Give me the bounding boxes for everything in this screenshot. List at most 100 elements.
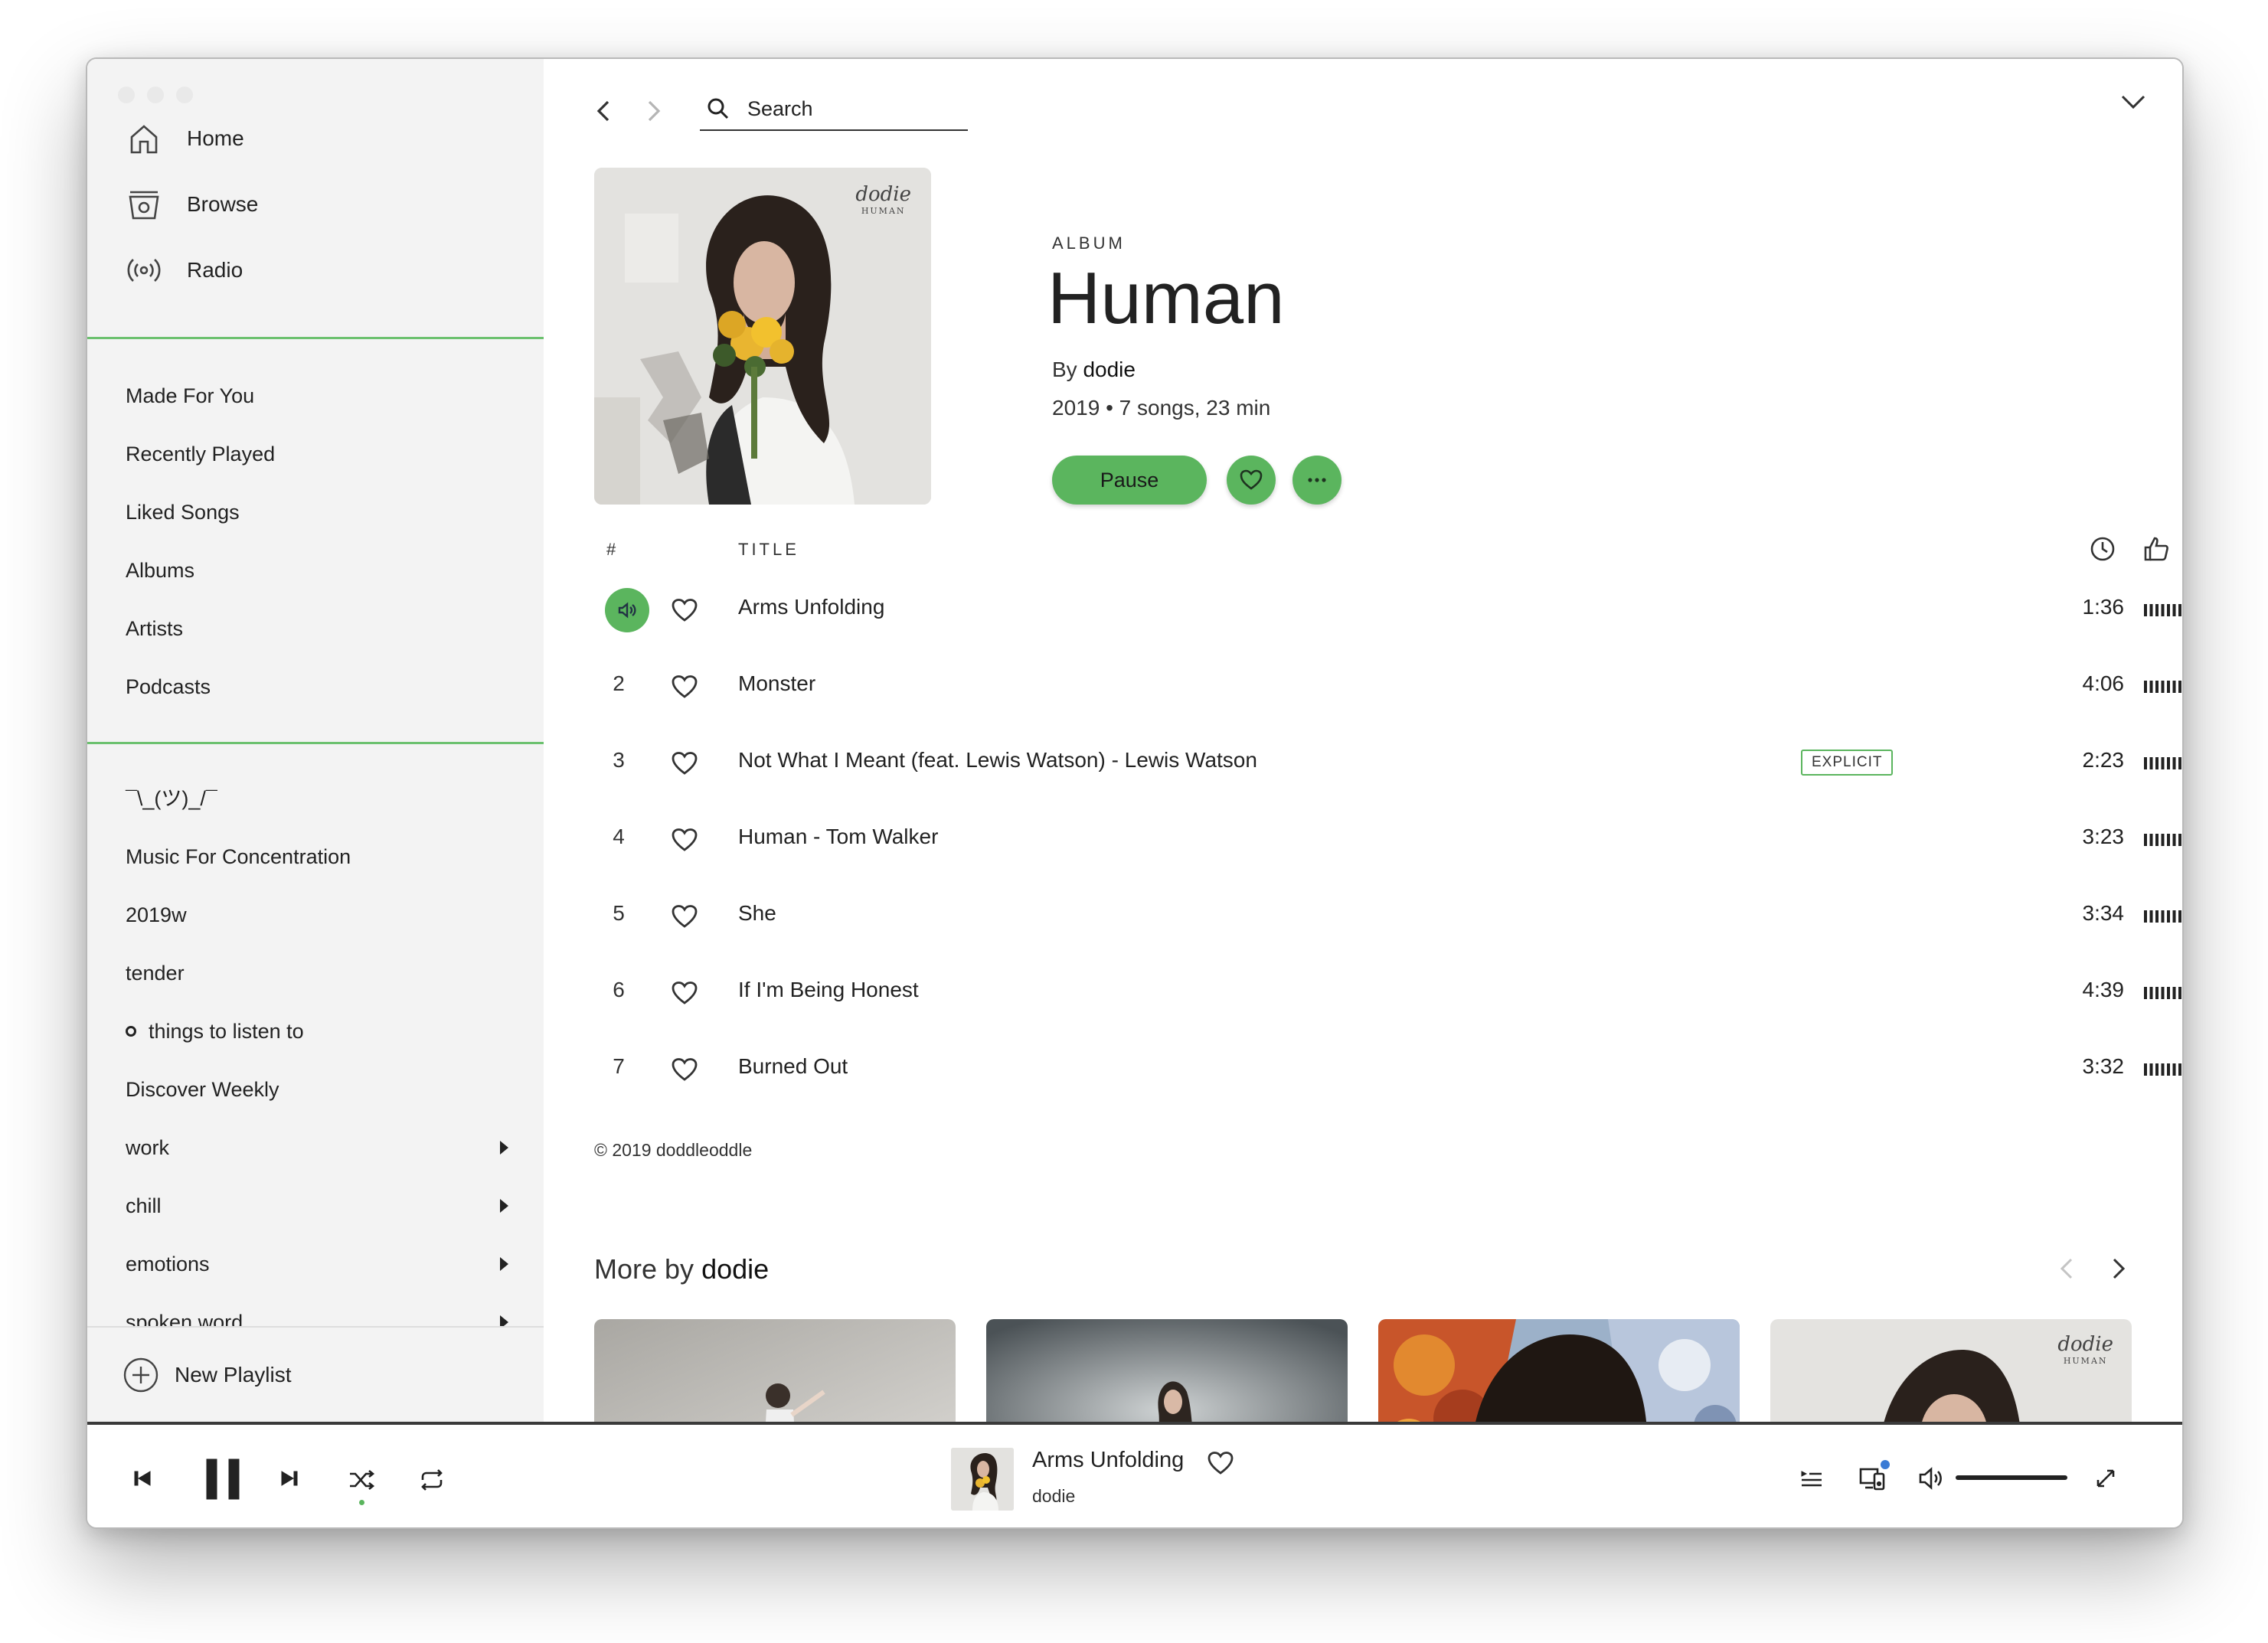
track-title: Burned Out (738, 1054, 848, 1078)
track-title: If I'm Being Honest (738, 978, 919, 1001)
album-card-art (986, 1319, 1348, 1422)
column-header-duration[interactable] (2087, 534, 2118, 564)
devices-button[interactable] (1855, 1460, 1891, 1497)
column-header-popularity[interactable] (2141, 534, 2172, 564)
album-card[interactable]: dodie HUMAN (1770, 1319, 2132, 1422)
track-row[interactable]: 2 Monster 4:06 (594, 648, 2182, 725)
track-number: 4 (613, 825, 625, 848)
shuffle-active-dot (359, 1500, 364, 1505)
next-button[interactable] (274, 1463, 305, 1494)
card-logo-artist: dodie (2057, 1333, 2113, 1356)
ellipsis-icon (1308, 478, 1326, 482)
skip-back-icon (134, 1471, 151, 1486)
fullscreen-button[interactable] (2089, 1462, 2123, 1495)
playlist-folder[interactable]: emotions (126, 1249, 508, 1279)
playlist-label: ¯\_(ツ)_/¯ (126, 787, 217, 810)
nav-radio-label: Radio (187, 258, 243, 282)
save-album-button[interactable] (1227, 456, 1276, 505)
folder-expand-icon[interactable] (500, 1257, 508, 1271)
nav-radio[interactable]: Radio (126, 249, 243, 292)
now-playing-artwork[interactable] (951, 1448, 1014, 1511)
minimize-window-button[interactable] (147, 87, 164, 103)
track-like-button[interactable] (671, 903, 698, 930)
queue-button[interactable] (1795, 1462, 1828, 1495)
folder-expand-icon[interactable] (500, 1141, 508, 1155)
repeat-button[interactable] (415, 1463, 449, 1497)
playlist-folder[interactable]: work (126, 1132, 508, 1163)
track-row[interactable]: 7 Burned Out 3:32 (594, 1031, 2182, 1108)
artist-link[interactable]: dodie (1083, 358, 1136, 381)
track-title: She (738, 901, 776, 925)
chevron-down-icon (2121, 95, 2145, 109)
playlist-label: Discover Weekly (126, 1078, 279, 1101)
chevron-right-icon (2113, 1258, 2126, 1279)
sidebar-item-podcasts[interactable]: Podcasts (126, 671, 211, 702)
album-card[interactable] (986, 1319, 1348, 1422)
track-like-button[interactable] (671, 596, 698, 624)
mute-button[interactable] (1914, 1462, 1948, 1495)
card-logo-title: HUMAN (2063, 1356, 2108, 1366)
album-cover-art (594, 168, 931, 505)
column-header-title[interactable]: TITLE (738, 540, 799, 560)
track-row[interactable]: 6 If I'm Being Honest 4:39 (594, 955, 2182, 1031)
playlist-item[interactable]: ¯\_(ツ)_/¯ (126, 783, 508, 814)
track-like-button[interactable] (671, 673, 698, 701)
now-playing-title[interactable]: Arms Unfolding (1032, 1448, 1184, 1473)
sidebar-item-made-for-you[interactable]: Made For You (126, 381, 254, 411)
carousel-next-button[interactable] (2104, 1250, 2132, 1287)
album-cover[interactable]: dodie HUMAN (594, 168, 931, 505)
sidebar-item-artists[interactable]: Artists (126, 613, 183, 644)
close-window-button[interactable] (118, 87, 135, 103)
now-playing-artist[interactable]: dodie (1032, 1486, 1075, 1507)
new-playlist-button[interactable]: New Playlist (123, 1357, 291, 1393)
sidebar-item-albums[interactable]: Albums (126, 555, 194, 586)
playlist-item[interactable]: Discover Weekly (126, 1074, 508, 1105)
more-by-artist-link[interactable]: dodie (701, 1253, 769, 1285)
heart-icon (672, 752, 698, 775)
track-like-button[interactable] (671, 1056, 698, 1083)
back-button[interactable] (590, 90, 617, 132)
playlist-label: tender (126, 962, 185, 985)
sidebar-item-recently-played[interactable]: Recently Played (126, 439, 275, 469)
playlist-item[interactable]: tender (126, 958, 508, 988)
sidebar-divider (87, 742, 544, 744)
more-options-button[interactable] (1292, 456, 1342, 505)
cover-logo-title: HUMAN (861, 206, 906, 216)
nav-browse[interactable]: Browse (126, 183, 258, 226)
previous-button[interactable] (127, 1463, 158, 1494)
heart-icon (672, 599, 698, 622)
pause-button[interactable]: Pause (1052, 456, 1207, 505)
now-playing-indicator[interactable] (605, 588, 649, 632)
now-playing-like-button[interactable] (1207, 1449, 1234, 1477)
playlist-item[interactable]: things to listen to (126, 1016, 508, 1047)
playlist-item[interactable]: 2019w (126, 900, 508, 930)
search-input[interactable] (747, 96, 962, 121)
carousel-prev-button[interactable] (2054, 1250, 2081, 1287)
track-like-button[interactable] (671, 826, 698, 854)
playlist-item[interactable]: Music For Concentration (126, 841, 508, 872)
shuffle-button[interactable] (345, 1463, 378, 1505)
album-card-art (1378, 1319, 1740, 1422)
playlist-folder[interactable]: chill (126, 1191, 508, 1221)
forward-button[interactable] (640, 90, 668, 132)
sidebar-item-liked-songs[interactable]: Liked Songs (126, 497, 240, 528)
nav-home[interactable]: Home (126, 117, 244, 160)
page-title: Human (1047, 257, 1285, 339)
more-by-prefix: More by (594, 1253, 694, 1285)
album-card[interactable] (1378, 1319, 1740, 1422)
track-like-button[interactable] (671, 750, 698, 777)
track-row[interactable]: 3 Not What I Meant (feat. Lewis Watson) … (594, 725, 2182, 802)
play-pause-button[interactable] (196, 1452, 250, 1506)
track-title: Not What I Meant (feat. Lewis Watson) - … (738, 748, 1257, 772)
folder-expand-icon[interactable] (500, 1199, 508, 1213)
zoom-window-button[interactable] (176, 87, 193, 103)
track-row[interactable]: Arms Unfolding 1:36 (594, 572, 2182, 648)
byline-prefix: By (1052, 358, 1077, 381)
track-row[interactable]: 5 She 3:34 (594, 878, 2182, 955)
popularity-bar (2144, 834, 2182, 846)
album-card[interactable] (594, 1319, 956, 1422)
volume-slider[interactable] (1956, 1475, 2067, 1480)
track-like-button[interactable] (671, 979, 698, 1007)
track-row[interactable]: 4 Human - Tom Walker 3:23 (594, 802, 2182, 878)
user-menu-button[interactable] (2118, 87, 2149, 117)
